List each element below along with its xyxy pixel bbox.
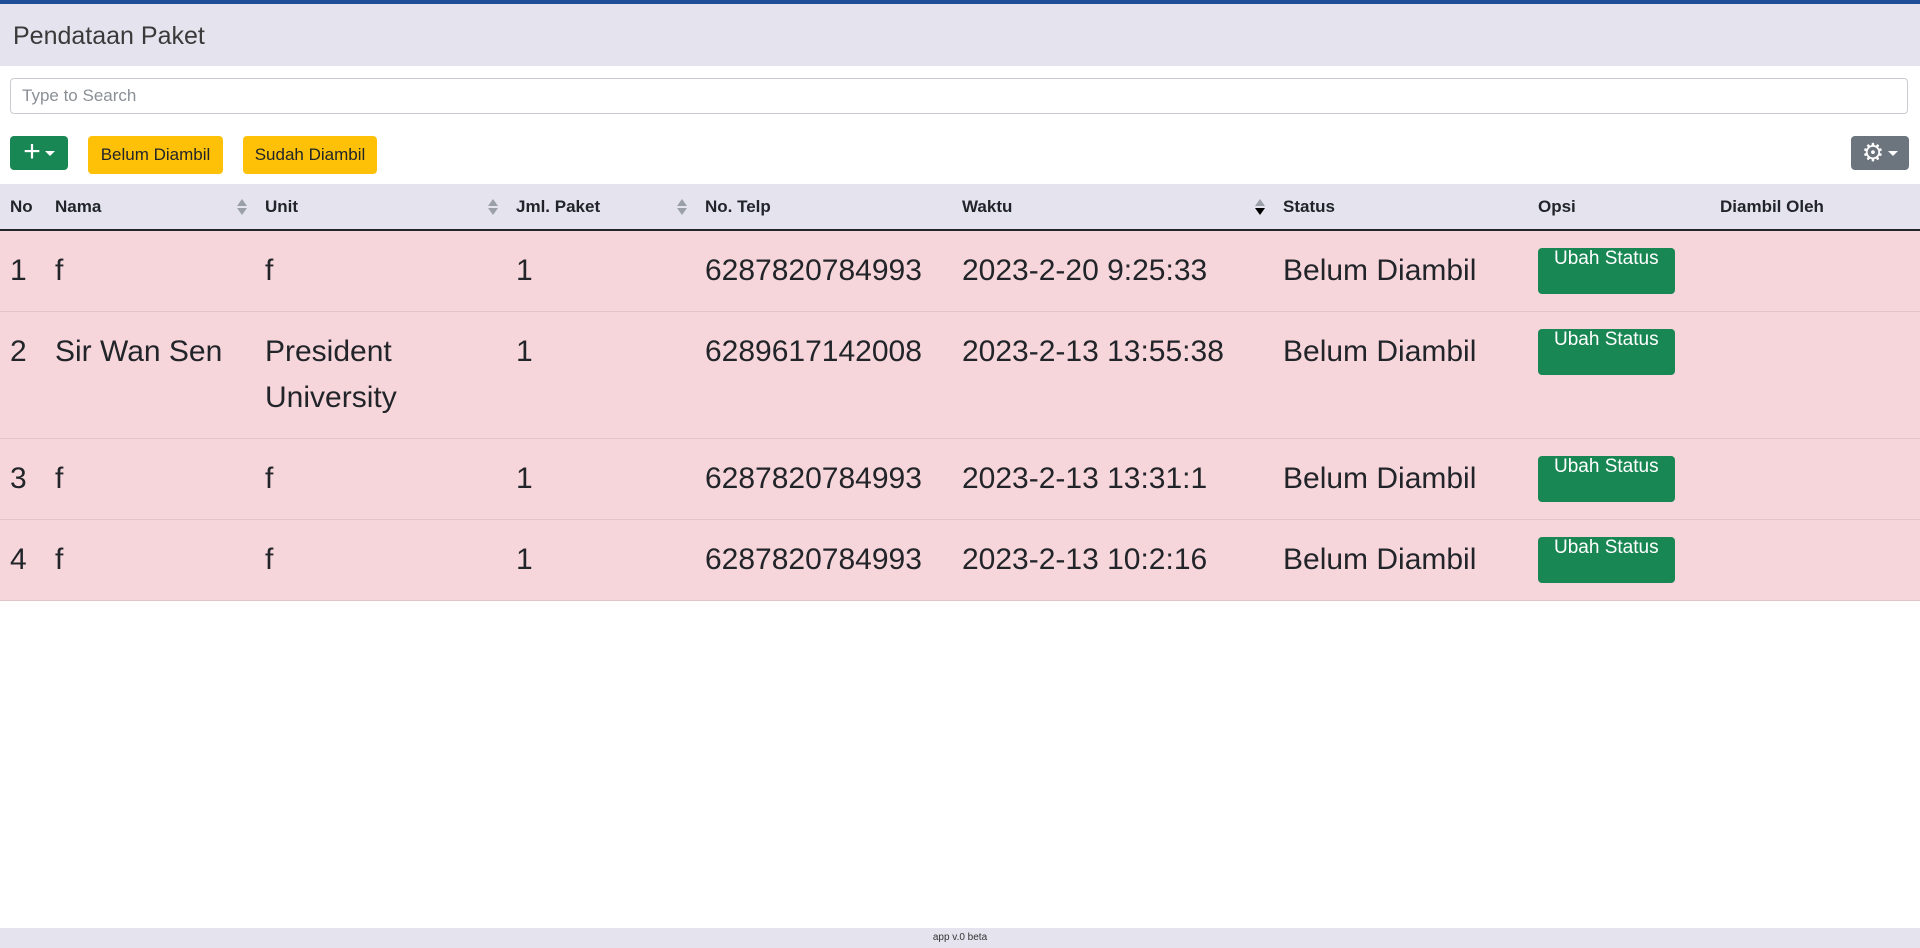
filter-sudah-diambil-button[interactable]: Sudah Diambil (243, 136, 377, 174)
cell-diambil-oleh (1710, 519, 1920, 601)
sort-icon[interactable] (677, 198, 687, 216)
table-row: 3 f f 1 6287820784993 2023-2-13 13:31:1 … (0, 438, 1920, 520)
cell-no: 3 (0, 438, 45, 520)
package-table: No Nama Unit Jml. Paket No. Telp Waktu S… (0, 184, 1920, 601)
column-header-nama[interactable]: Nama (45, 184, 255, 231)
cell-unit: President University (255, 311, 506, 439)
cell-opsi: Ubah Status (1528, 230, 1710, 312)
cell-nama: Sir Wan Sen (45, 311, 255, 439)
cell-no: 2 (0, 311, 45, 439)
cell-nama: f (45, 438, 255, 520)
chevron-down-icon (1888, 150, 1899, 156)
column-header-unit[interactable]: Unit (255, 184, 506, 231)
sort-desc-icon[interactable] (1255, 198, 1265, 216)
sort-icon[interactable] (488, 198, 498, 216)
page-title: Pendataan Paket (13, 22, 205, 50)
filter-belum-diambil-button[interactable]: Belum Diambil (88, 136, 223, 174)
cell-jml-paket: 1 (506, 230, 695, 312)
cell-opsi: Ubah Status (1528, 311, 1710, 439)
cell-diambil-oleh (1710, 230, 1920, 312)
cell-status: Belum Diambil (1273, 311, 1528, 439)
ubah-status-button[interactable]: Ubah Status (1538, 456, 1675, 502)
column-header-opsi: Opsi (1528, 184, 1710, 231)
column-header-no-telp: No. Telp (695, 184, 952, 231)
cell-no-telp: 6289617142008 (695, 311, 952, 439)
cell-nama: f (45, 230, 255, 312)
cell-jml-paket: 1 (506, 438, 695, 520)
add-dropdown-button[interactable]: + (10, 136, 68, 170)
search-input[interactable] (10, 78, 1908, 114)
footer: app v.0 beta (0, 928, 1920, 948)
chevron-down-icon (44, 150, 55, 156)
cell-no-telp: 6287820784993 (695, 519, 952, 601)
cell-no-telp: 6287820784993 (695, 230, 952, 312)
cell-status: Belum Diambil (1273, 230, 1528, 312)
cell-waktu: 2023-2-13 13:55:38 (952, 311, 1273, 439)
app-version-label: app v.0 beta (932, 932, 988, 943)
column-header-status: Status (1273, 184, 1528, 231)
cell-opsi: Ubah Status (1528, 438, 1710, 520)
table-row: 1 f f 1 6287820784993 2023-2-20 9:25:33 … (0, 230, 1920, 312)
cell-unit: f (255, 230, 506, 312)
cell-status: Belum Diambil (1273, 519, 1528, 601)
cell-opsi: Ubah Status (1528, 519, 1710, 601)
cell-diambil-oleh (1710, 438, 1920, 520)
column-header-waktu[interactable]: Waktu (952, 184, 1273, 231)
cell-unit: f (255, 438, 506, 520)
gear-icon: ⚙ (1861, 138, 1885, 167)
cell-diambil-oleh (1710, 311, 1920, 439)
cell-jml-paket: 1 (506, 519, 695, 601)
plus-icon: + (23, 134, 41, 168)
cell-no: 1 (0, 230, 45, 312)
ubah-status-button[interactable]: Ubah Status (1538, 537, 1675, 583)
cell-waktu: 2023-2-20 9:25:33 (952, 230, 1273, 312)
ubah-status-button[interactable]: Ubah Status (1538, 248, 1675, 294)
cell-waktu: 2023-2-13 10:2:16 (952, 519, 1273, 601)
ubah-status-button[interactable]: Ubah Status (1538, 329, 1675, 375)
cell-no: 4 (0, 519, 45, 601)
column-header-no: No (0, 184, 45, 231)
app-header: Pendataan Paket (0, 4, 1920, 66)
column-header-jml-paket[interactable]: Jml. Paket (506, 184, 695, 231)
cell-unit: f (255, 519, 506, 601)
sort-icon[interactable] (237, 198, 247, 216)
cell-jml-paket: 1 (506, 311, 695, 439)
column-header-diambil-oleh: Diambil Oleh (1710, 184, 1920, 231)
cell-waktu: 2023-2-13 13:31:1 (952, 438, 1273, 520)
cell-nama: f (45, 519, 255, 601)
cell-status: Belum Diambil (1273, 438, 1528, 520)
cell-no-telp: 6287820784993 (695, 438, 952, 520)
table-row: 2 Sir Wan Sen President University 1 628… (0, 311, 1920, 439)
settings-dropdown-button[interactable]: ⚙ (1851, 136, 1909, 170)
table-header-row: No Nama Unit Jml. Paket No. Telp Waktu S… (0, 184, 1920, 231)
table-row: 4 f f 1 6287820784993 2023-2-13 10:2:16 … (0, 519, 1920, 601)
